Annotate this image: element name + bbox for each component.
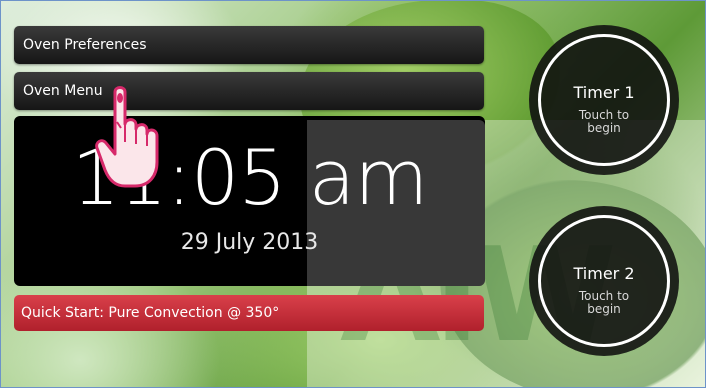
timer-1-title: Timer 1 — [573, 83, 635, 102]
timer-2-button[interactable]: Timer 2 Touch to begin — [529, 206, 679, 356]
oven-menu-label: Oven Menu — [23, 83, 103, 99]
quick-start-label: Quick Start: Pure Convection @ 350° — [21, 305, 280, 321]
timer-1-subtitle-line2: begin — [587, 121, 621, 135]
oven-preferences-button[interactable]: Oven Preferences — [14, 26, 484, 64]
timer-1-subtitle: Touch to begin — [529, 109, 679, 135]
oven-preferences-label: Oven Preferences — [23, 37, 147, 53]
hand-pointer-icon — [95, 86, 159, 188]
clock-time: 11:05 am — [71, 133, 429, 222]
oven-menu-button[interactable]: Oven Menu — [14, 72, 484, 110]
clock-date: 29 July 2013 — [180, 230, 319, 255]
timer-2-subtitle-line2: begin — [587, 302, 621, 316]
timer-1-button[interactable]: Timer 1 Touch to begin — [529, 25, 679, 175]
timer-2-subtitle: Touch to begin — [529, 290, 679, 316]
quick-start-button[interactable]: Quick Start: Pure Convection @ 350° — [14, 295, 484, 331]
clock-panel: 11:05 am 29 July 2013 — [14, 116, 485, 286]
timer-2-title: Timer 2 — [573, 264, 635, 283]
oven-home-screen: AiW Oven Preferences Oven Menu 11:05 am … — [0, 0, 706, 388]
